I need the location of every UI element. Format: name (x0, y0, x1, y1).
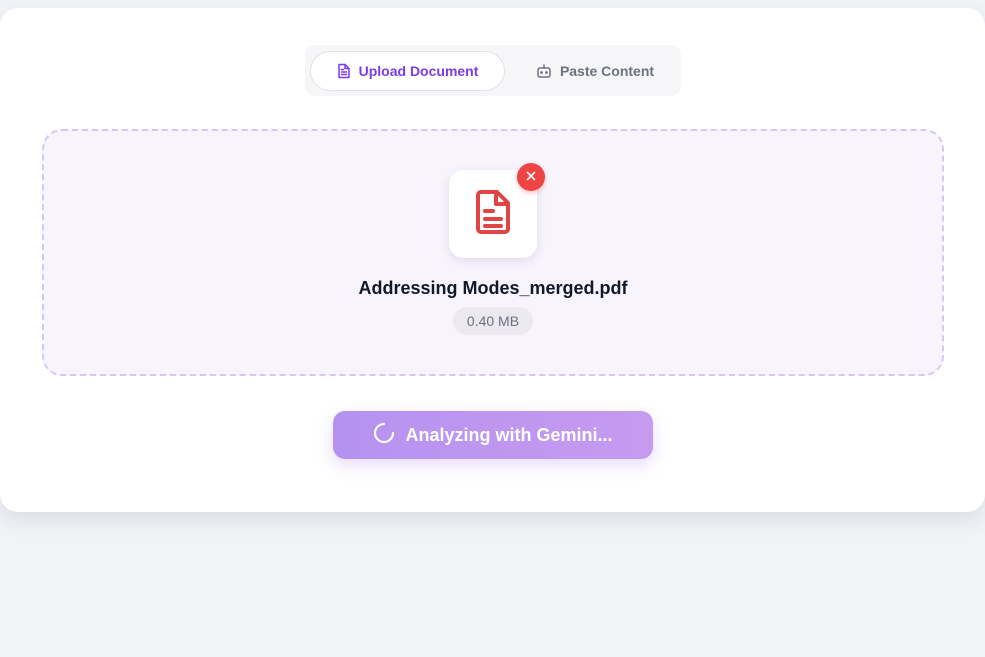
file-name: Addressing Modes_merged.pdf (358, 278, 628, 298)
analyze-button-label: Analyzing with Gemini... (405, 424, 613, 445)
tab-label: Upload Document (358, 63, 479, 79)
file-size-badge: 0.40 MB (453, 307, 533, 335)
analyze-button[interactable]: Analyzing with Gemini... (333, 411, 653, 459)
document-icon (337, 63, 351, 79)
tab-upload-document[interactable]: Upload Document (310, 51, 505, 91)
close-icon (526, 168, 536, 186)
tab-label: Paste Content (559, 63, 655, 79)
tab-paste-content[interactable]: Paste Content (515, 51, 675, 91)
file-text-icon (473, 189, 513, 240)
robot-icon (536, 64, 552, 78)
remove-file-button[interactable] (517, 163, 545, 191)
spinner-icon (373, 422, 395, 449)
mode-tabs: Upload Document Paste Content (305, 45, 681, 96)
